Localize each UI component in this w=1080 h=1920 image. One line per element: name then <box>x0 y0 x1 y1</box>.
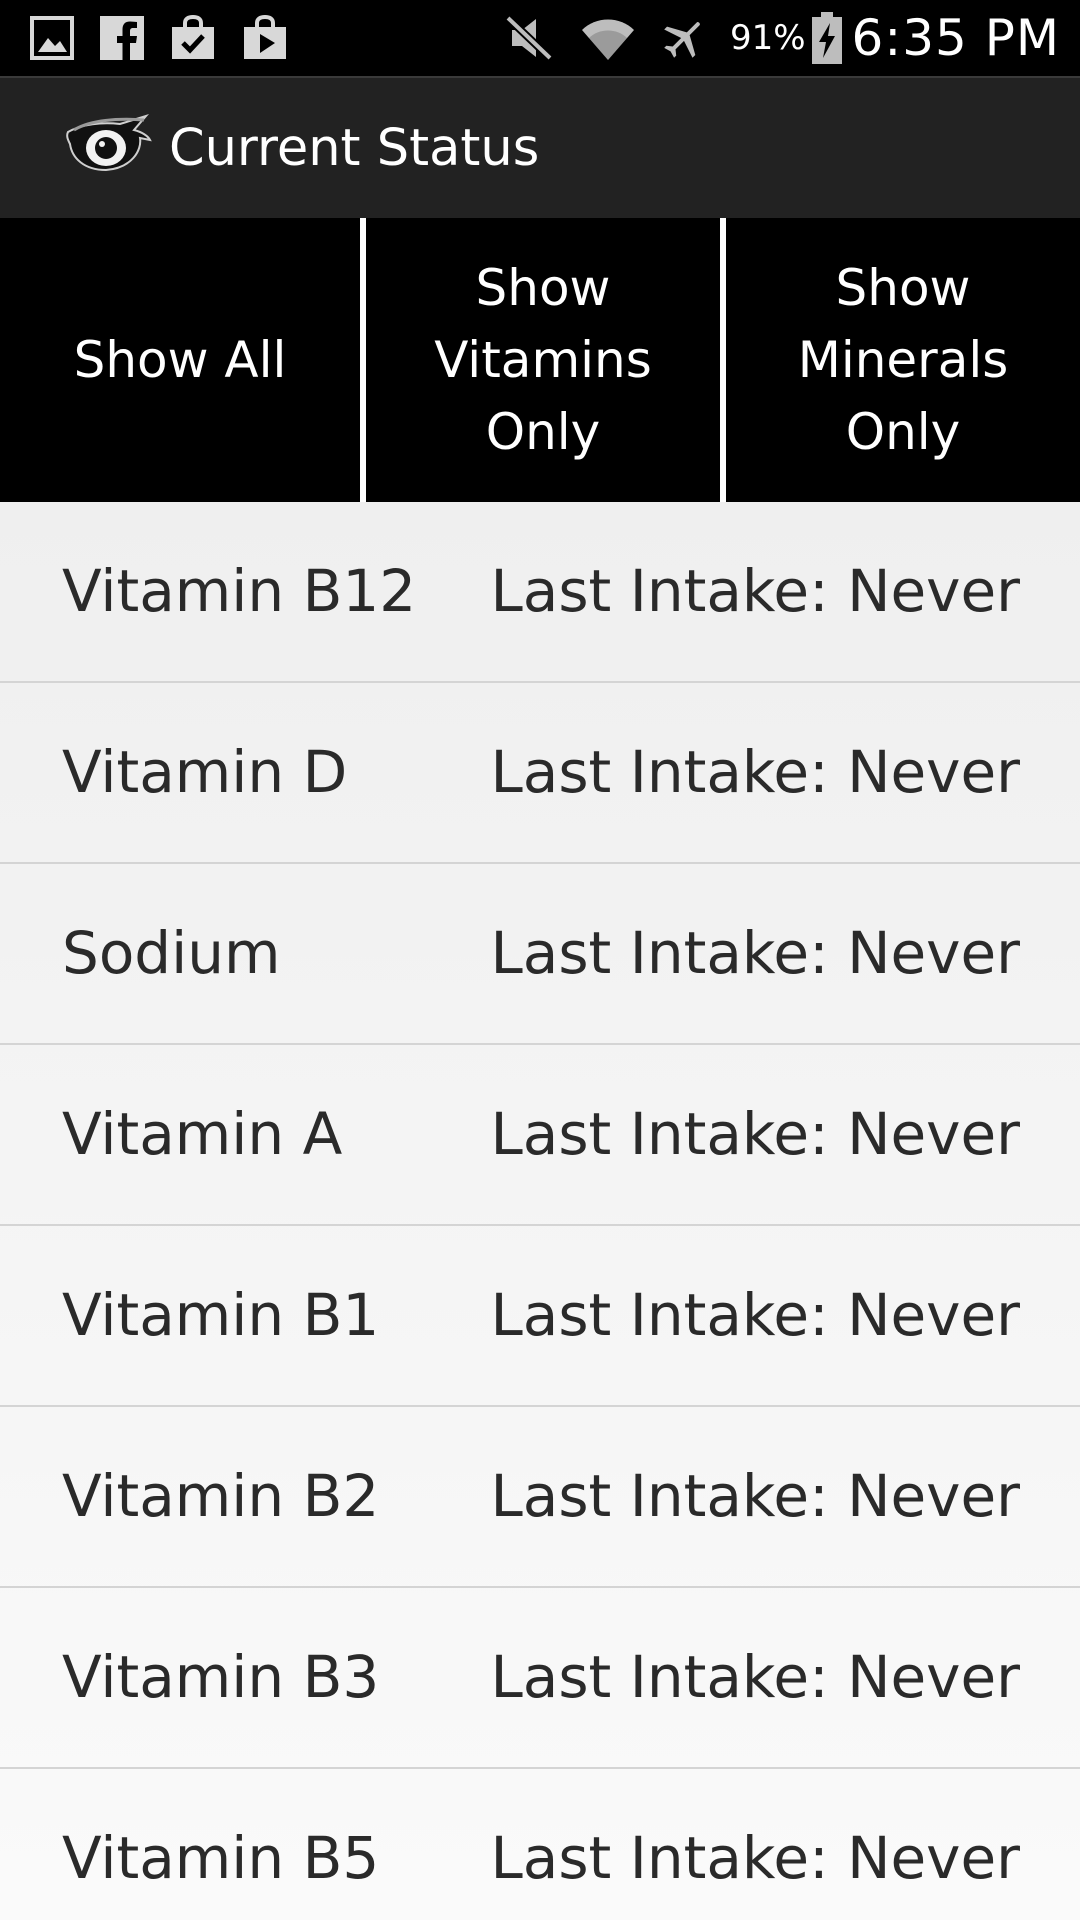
battery-percentage: 91% <box>729 18 806 58</box>
list-item[interactable]: Vitamin B2 Last Intake: Never <box>0 1407 1080 1588</box>
list-item[interactable]: Vitamin A Last Intake: Never <box>0 1045 1080 1226</box>
nutrient-name: Vitamin B3 <box>62 1643 380 1711</box>
list-item[interactable]: Vitamin B12 Last Intake: Never <box>0 502 1080 683</box>
show-vitamins-label-line-2: Vitamins <box>434 331 652 389</box>
last-intake-status: Last Intake: Never <box>490 738 1020 806</box>
facebook-icon <box>100 16 144 60</box>
owl-eye-logo-icon[interactable] <box>62 114 154 180</box>
nutrient-name: Vitamin B5 <box>62 1824 380 1892</box>
status-bar: 91% 6:35 PM <box>0 0 1080 76</box>
show-all-label: Show All <box>73 331 287 389</box>
show-vitamins-label-line-3: Only <box>485 403 601 461</box>
list-item[interactable]: Vitamin B1 Last Intake: Never <box>0 1226 1080 1407</box>
show-vitamins-only-button[interactable]: Show Vitamins Only <box>366 218 720 502</box>
last-intake-status: Last Intake: Never <box>490 1643 1020 1711</box>
show-minerals-label-line-3: Only <box>845 403 961 461</box>
page-title: Current Status <box>169 119 540 178</box>
mute-icon <box>504 14 554 62</box>
list-item[interactable]: Vitamin B3 Last Intake: Never <box>0 1588 1080 1769</box>
nutrient-name: Sodium <box>62 919 281 987</box>
show-vitamins-label-line-1: Show <box>475 259 611 317</box>
system-icons: 91% 6:35 PM <box>504 0 1060 76</box>
notification-icons <box>30 10 288 66</box>
nutrient-name: Vitamin B1 <box>62 1281 380 1349</box>
last-intake-status: Last Intake: Never <box>490 1462 1020 1530</box>
show-minerals-only-button[interactable]: Show Minerals Only <box>726 218 1080 502</box>
clock: 6:35 PM <box>851 9 1060 67</box>
last-intake-status: Last Intake: Never <box>490 1100 1020 1168</box>
nutrient-name: Vitamin A <box>62 1100 343 1168</box>
wifi-icon <box>580 14 636 62</box>
last-intake-status: Last Intake: Never <box>490 919 1020 987</box>
shopping-bag-play-icon <box>242 15 288 61</box>
last-intake-status: Last Intake: Never <box>490 1281 1020 1349</box>
nutrient-list[interactable]: Vitamin B12 Last Intake: Never Vitamin D… <box>0 502 1080 1920</box>
shopping-bag-check-icon <box>170 15 216 61</box>
nutrient-name: Vitamin D <box>62 738 348 806</box>
battery-charging-icon <box>811 12 842 64</box>
nutrient-name: Vitamin B12 <box>62 557 417 625</box>
filter-tabs: Show All Show Vitamins Only Show Mineral… <box>0 218 1080 502</box>
show-all-button[interactable]: Show All <box>0 218 360 502</box>
nutrient-name: Vitamin B2 <box>62 1462 380 1530</box>
airplane-mode-icon <box>660 14 708 62</box>
show-minerals-label-line-2: Minerals <box>797 331 1009 389</box>
list-item[interactable]: Vitamin B5 Last Intake: Never <box>0 1769 1080 1920</box>
last-intake-status: Last Intake: Never <box>490 557 1020 625</box>
last-intake-status: Last Intake: Never <box>490 1824 1020 1892</box>
action-bar: Current Status <box>0 76 1080 218</box>
show-minerals-label-line-1: Show <box>835 259 971 317</box>
list-item[interactable]: Sodium Last Intake: Never <box>0 864 1080 1045</box>
list-item[interactable]: Vitamin D Last Intake: Never <box>0 683 1080 864</box>
gallery-icon <box>30 16 74 60</box>
